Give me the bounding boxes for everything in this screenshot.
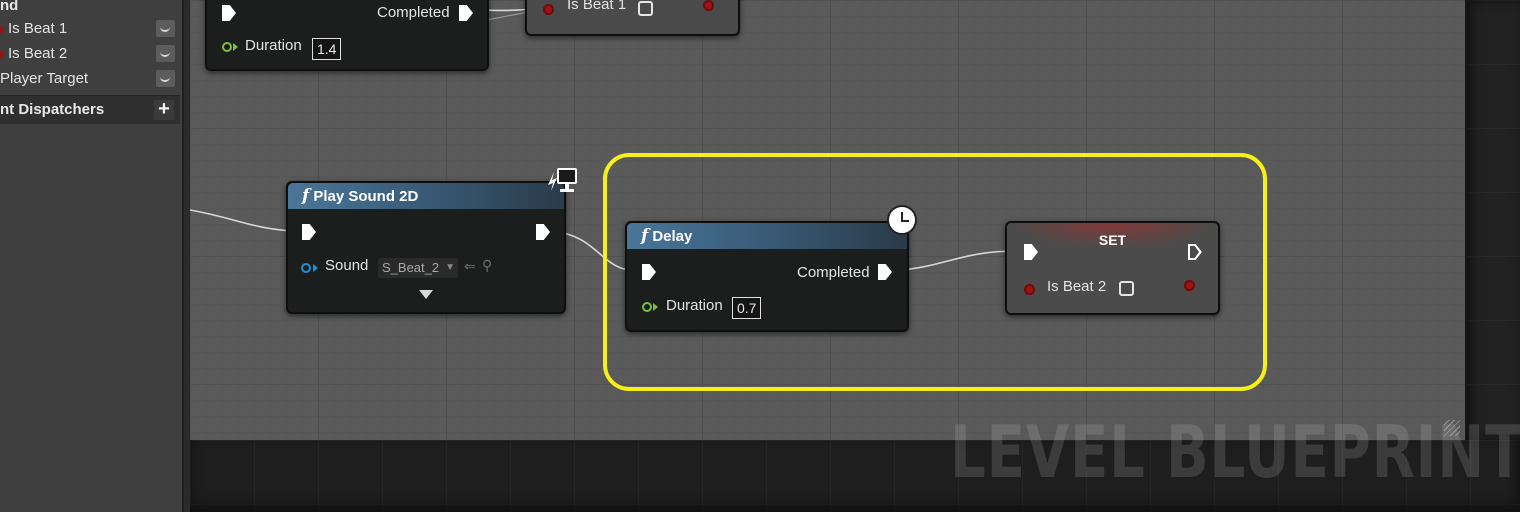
exec-in-pin[interactable] <box>642 264 656 280</box>
use-selected-asset-icon[interactable]: ⇐ <box>464 258 476 275</box>
delay-node-top[interactable]: Completed Duration 1.4 <box>205 0 489 71</box>
sound-asset-value: S_Beat_2 <box>382 260 440 275</box>
bool-out-pin-icon[interactable] <box>1184 280 1195 291</box>
level-blueprint-watermark: LEVEL BLUEPRINT <box>950 410 1520 494</box>
resize-grip-icon[interactable] <box>1444 420 1460 436</box>
node-title: Delay <box>652 228 693 245</box>
exec-out-pin[interactable] <box>536 224 550 240</box>
delay-node[interactable]: f Delay Completed Duration 0.7 <box>625 221 909 332</box>
node-header: f Delay <box>627 223 907 249</box>
node-title: SET <box>1098 232 1127 248</box>
duration-input[interactable]: 1.4 <box>312 38 342 60</box>
browse-asset-icon[interactable]: ⚲ <box>482 257 492 274</box>
bool-pin-icon[interactable] <box>543 4 554 15</box>
pin-arrow-icon <box>313 264 318 272</box>
advanced-display-chevron-icon[interactable] <box>419 290 433 299</box>
duration-pin-label: Duration <box>666 297 723 314</box>
function-icon: f <box>641 226 649 246</box>
float-pin-icon[interactable] <box>642 302 652 312</box>
pin-arrow-icon <box>233 43 238 51</box>
duration-input[interactable]: 0.7 <box>732 297 762 319</box>
monitor-icon <box>545 165 579 197</box>
object-pin-icon[interactable] <box>301 263 311 273</box>
set-node[interactable]: SET Is Beat 2 <box>1005 221 1220 315</box>
chevron-down-icon: ▼ <box>445 262 455 273</box>
pin-arrow-icon <box>653 303 658 311</box>
sound-pin-label: Sound <box>325 257 369 274</box>
completed-pin-label: Completed <box>377 4 450 21</box>
sound-asset-dropdown[interactable]: S_Beat_2 ▼ <box>378 258 458 278</box>
clock-icon <box>887 205 917 235</box>
value-checkbox[interactable] <box>638 1 653 16</box>
play-sound-2d-node[interactable]: f Play Sound 2D Sound S_Beat_2 ▼ ⇐ ⚲ <box>286 181 566 314</box>
value-checkbox[interactable] <box>1119 281 1134 296</box>
completed-pin-label: Completed <box>797 264 870 281</box>
exec-in-pin[interactable] <box>222 5 236 21</box>
set-pin-label: Is Beat 2 <box>1047 278 1107 295</box>
set-node-top[interactable]: Is Beat 1 <box>525 0 740 36</box>
function-icon: f <box>302 186 310 206</box>
exec-wire <box>189 209 293 232</box>
float-pin-icon[interactable] <box>222 42 232 52</box>
duration-pin-label: Duration <box>245 37 302 54</box>
bool-pin-icon[interactable] <box>1024 284 1035 295</box>
exec-in-pin[interactable] <box>302 224 316 240</box>
node-header: f Play Sound 2D <box>288 183 564 209</box>
set-pin-label: Is Beat 1 <box>567 0 627 13</box>
exec-out-pin[interactable] <box>878 264 892 280</box>
bool-out-pin-icon[interactable] <box>703 0 714 11</box>
exec-out-pin[interactable] <box>459 5 473 21</box>
node-title: Play Sound 2D <box>313 188 419 205</box>
